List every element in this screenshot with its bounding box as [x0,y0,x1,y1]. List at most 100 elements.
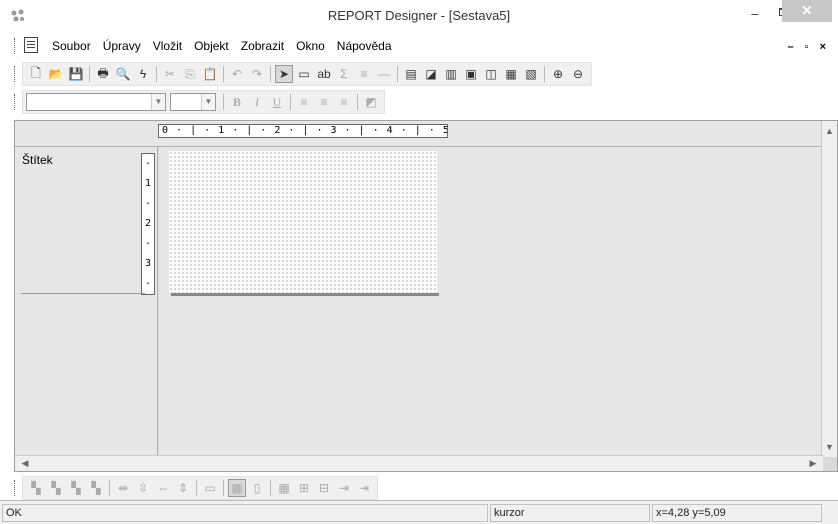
tab2-icon[interactable]: ⇥ [355,479,373,497]
grid-icon[interactable]: ▦ [228,479,246,497]
scroll-up-icon[interactable]: ▲ [822,123,837,139]
distribute-icon[interactable]: ⊟ [315,479,333,497]
main-toolbar-buttons: 🗋 📂 💾 🖶 🔍 ϟ ✂ ⎘ 📋 ↶ ↷ ➤ ▭ ab Σ ≡ — ▤ ◪ ▥ ▣ ◫ ▦ ▧ ⊕ ⊖ [22,62,592,86]
pointer-icon[interactable]: ➤ [275,65,293,83]
formula-icon[interactable]: ≡ [355,65,373,83]
zoom-out-icon[interactable]: ⊖ [569,65,587,83]
mdi-controls[interactable]: – ▫ × [787,41,830,53]
lightning-icon[interactable]: ϟ [134,65,152,83]
scroll-left-icon[interactable]: ◀ [17,456,33,471]
section-label[interactable]: Štítek [22,153,53,167]
report-design-window: 0 · | · 1 · | · 2 · | · 3 · | · 4 · | · … [14,120,838,472]
menu-zobrazit[interactable]: Zobrazit [241,39,284,53]
align-center-icon[interactable]: ≡ [315,93,333,111]
line-icon[interactable]: — [375,65,393,83]
v-space-icon[interactable]: ⇳ [134,479,152,497]
menu-okno[interactable]: Okno [296,39,325,53]
main-toolbar: 🗋 📂 💾 🖶 🔍 ϟ ✂ ⎘ 📋 ↶ ↷ ➤ ▭ ab Σ ≡ — ▤ ◪ ▥ ▣ ◫ ▦ ▧ ⊕ ⊖ [0,60,838,88]
frame-toggle-icon[interactable]: ▯ [248,479,266,497]
separator [156,66,157,82]
object-icon[interactable]: ▣ [462,65,480,83]
size-icon[interactable]: ▭ [201,479,219,497]
picture-icon[interactable]: ▤ [402,65,420,83]
separator [270,66,271,82]
open-folder-icon[interactable]: 📂 [47,65,65,83]
new-document-icon[interactable]: 🗋 [27,65,45,83]
separator [223,94,224,110]
separator [89,66,90,82]
menu-grip[interactable] [14,38,17,54]
vruler-mark: 3 [144,258,152,269]
document-icon[interactable] [24,37,38,53]
ruler-row: 0 · | · 1 · | · 2 · | · 3 · | · 4 · | · … [15,121,823,147]
chevron-down-icon[interactable]: ▼ [151,94,165,110]
subreport-icon[interactable]: ▧ [522,65,540,83]
align-left-icon[interactable]: ▚ [27,479,45,497]
align-toolbar-buttons: ▚ ▚ ▚ ▚ ⇹ ⇳ ⇔ ⇕ ▭ ▦ ▯ ▦ ⊞ ⊟ ⇥ ⇥ [22,476,378,500]
horizontal-scrollbar[interactable]: ◀ ▶ [15,455,823,471]
align-right-icon[interactable]: ▚ [67,479,85,497]
save-icon[interactable]: 💾 [67,65,85,83]
scroll-down-icon[interactable]: ▼ [822,439,837,455]
insert-field-icon[interactable]: ▭ [295,65,313,83]
menu-upravy[interactable]: Úpravy [103,39,141,53]
vruler-mark: - [144,158,152,169]
print-icon[interactable]: 🖶 [94,65,112,83]
redo-icon[interactable]: ↷ [248,65,266,83]
toolbar-grip[interactable] [14,94,17,110]
sum-icon[interactable]: Σ [335,65,353,83]
font-size-select[interactable]: ▼ [170,93,216,111]
align-left-icon[interactable]: ≡ [295,93,313,111]
toolbar-grip[interactable] [14,66,17,82]
v-center-icon[interactable]: ⊞ [295,479,313,497]
menu-objekt[interactable]: Objekt [194,39,229,53]
label-design-area[interactable] [169,151,437,293]
chevron-down-icon[interactable]: ▼ [201,94,215,110]
separator [397,66,398,82]
paste-icon[interactable]: 📋 [201,65,219,83]
vruler-mark: 1 [144,178,152,189]
close-button[interactable]: ✕ [782,0,832,22]
title-bar: REPORT Designer - [Sestava5] ‒ ✕ [0,0,838,32]
minimize-button[interactable]: ‒ [741,6,769,28]
format-toolbar-buttons: ▼ ▼ B I U ≡ ≡ ≡ ◩ [22,90,385,114]
scroll-right-icon[interactable]: ▶ [805,456,821,471]
align-right-icon[interactable]: ≡ [335,93,353,111]
copy-icon[interactable]: ⎘ [181,65,199,83]
vruler-mark: - [144,198,152,209]
horizontal-ruler: 0 · | · 1 · | · 2 · | · 3 · | · 4 · | · … [158,124,448,138]
same-height-icon[interactable]: ⇕ [174,479,192,497]
undo-icon[interactable]: ↶ [228,65,246,83]
menu-soubor[interactable]: Soubor [52,39,91,53]
same-width-icon[interactable]: ⇔ [154,479,172,497]
image-icon[interactable]: ▦ [502,65,520,83]
zoom-in-icon[interactable]: ⊕ [549,65,567,83]
align-center-icon[interactable]: ▚ [47,479,65,497]
separator [196,480,197,496]
underline-button[interactable]: U [268,93,286,111]
h-space-icon[interactable]: ⇹ [114,479,132,497]
separator [357,94,358,110]
separator [109,480,110,496]
cut-icon[interactable]: ✂ [161,65,179,83]
chart-icon[interactable]: ◫ [482,65,500,83]
toolbar-grip[interactable] [14,480,17,496]
vertical-ruler: - 1 - 2 - 3 - [141,153,155,295]
font-name-select[interactable]: ▼ [26,93,166,111]
separator [223,480,224,496]
frame-icon[interactable]: ◪ [422,65,440,83]
separator [290,94,291,110]
bold-button[interactable]: B [228,93,246,111]
format-painter-icon[interactable]: ◩ [362,93,380,111]
italic-button[interactable]: I [248,93,266,111]
text-icon[interactable]: ab [315,65,333,83]
barcode-icon[interactable]: ▥ [442,65,460,83]
menu-napoveda[interactable]: Nápověda [337,39,392,53]
vertical-scrollbar[interactable]: ▲ ▼ [821,121,837,457]
bring-front-icon[interactable]: ▚ [87,479,105,497]
menu-vlozit[interactable]: Vložit [153,39,182,53]
h-center-icon[interactable]: ▦ [275,479,293,497]
page-shadow [171,293,439,296]
print-preview-icon[interactable]: 🔍 [114,65,132,83]
tab-icon[interactable]: ⇥ [335,479,353,497]
